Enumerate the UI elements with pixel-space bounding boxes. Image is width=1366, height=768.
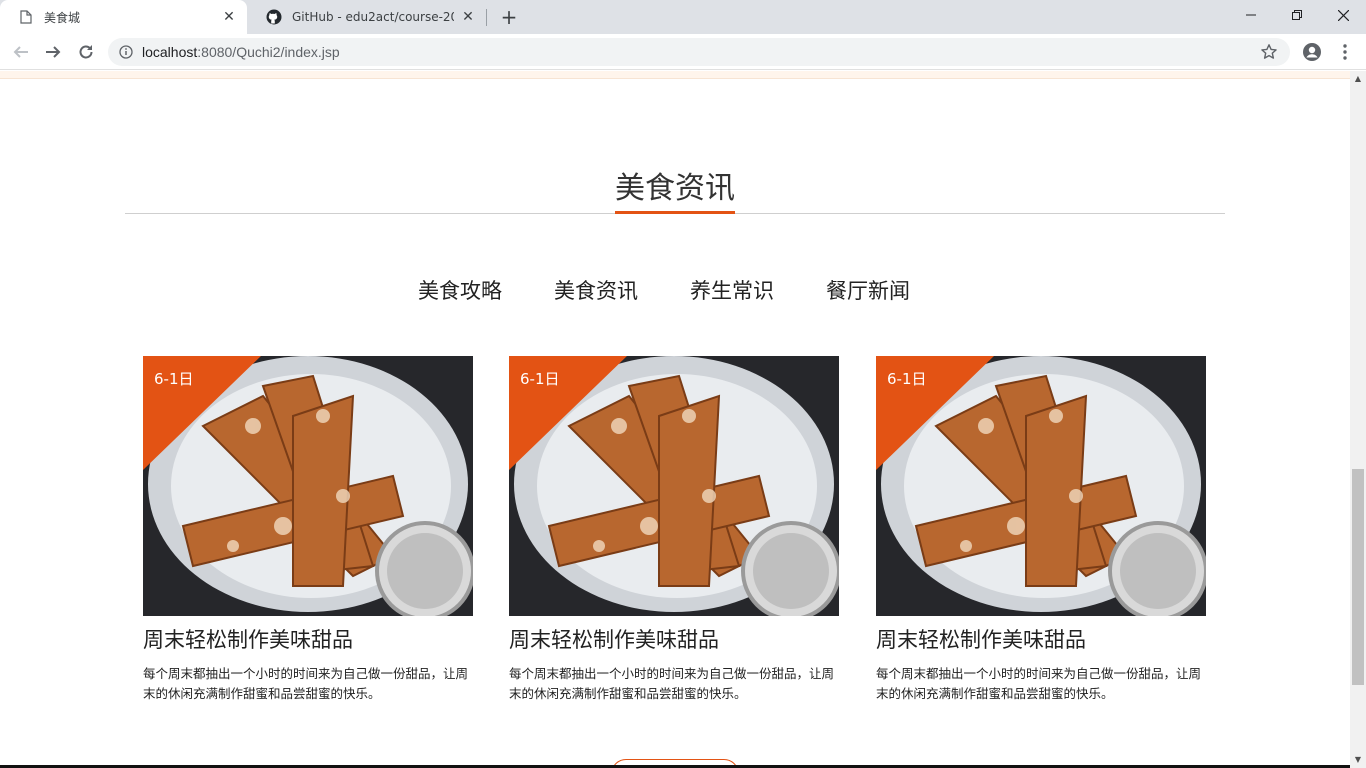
new-tab-icon[interactable]: + — [498, 6, 520, 28]
tab-separator — [486, 9, 487, 26]
forward-arrow-icon[interactable] — [39, 38, 67, 66]
page-scrollbar[interactable]: ▲ ▼ — [1350, 71, 1366, 768]
category-nav: 美食攻略 美食资讯 养生常识 餐厅新闻 — [0, 275, 1350, 305]
card-description: 每个周末都抽出一个小时的时间来为自己做一份甜品，让周末的休闲充满制作甜蜜和品尝甜… — [143, 666, 469, 701]
account-icon[interactable] — [1298, 38, 1326, 66]
page-content: 美食资讯 美食攻略 美食资讯 养生常识 餐厅新闻 6-1日 周末轻松制作美味甜品… — [0, 79, 1350, 768]
scroll-up-arrow-icon[interactable]: ▲ — [1350, 71, 1366, 87]
pastry-photo[interactable]: 6-1日 — [876, 356, 1206, 616]
section-title: 美食资讯 — [615, 171, 735, 206]
pastry-photo[interactable]: 6-1日 — [509, 356, 839, 616]
category-health-tips[interactable]: 养生常识 — [690, 275, 774, 305]
card-description: 每个周末都抽出一个小时的时间来为自己做一份甜品，让周末的休闲充满制作甜蜜和品尝甜… — [876, 666, 1202, 701]
card-description: 每个周末都抽出一个小时的时间来为自己做一份甜品，让周末的休闲充满制作甜蜜和品尝甜… — [509, 666, 835, 701]
news-card[interactable]: 6-1日 周末轻松制作美味甜品 每个周末都抽出一个小时的时间来为自己做一份甜品，… — [143, 356, 473, 704]
back-arrow-icon[interactable] — [7, 38, 35, 66]
info-icon[interactable] — [118, 44, 134, 60]
scroll-thumb[interactable] — [1352, 469, 1364, 685]
close-window-icon[interactable] — [1320, 0, 1366, 30]
tab-title: 美食城 — [44, 10, 81, 25]
tab-meishicheng[interactable]: 美食城 ✕ — [0, 0, 247, 34]
menu-dots-icon[interactable] — [1331, 38, 1359, 66]
github-icon — [266, 9, 282, 25]
card-date: 6-1日 — [520, 370, 560, 388]
category-food-guide[interactable]: 美食攻略 — [418, 275, 502, 305]
card-title[interactable]: 周末轻松制作美味甜品 — [509, 624, 839, 654]
tab-github[interactable]: GitHub - edu2act/course-2017 ✕ — [248, 0, 486, 34]
pastry-photo[interactable]: 6-1日 — [143, 356, 473, 616]
tab-strip: 美食城 ✕ GitHub - edu2act/course-2017 ✕ + — [0, 0, 1366, 34]
category-restaurant-news[interactable]: 餐厅新闻 — [826, 275, 910, 305]
close-icon[interactable]: ✕ — [221, 9, 237, 25]
card-date: 6-1日 — [887, 370, 927, 388]
reload-icon[interactable] — [72, 38, 100, 66]
title-accent-underline — [615, 211, 735, 214]
restore-icon[interactable] — [1274, 0, 1320, 30]
news-card[interactable]: 6-1日 周末轻松制作美味甜品 每个周末都抽出一个小时的时间来为自己做一份甜品，… — [509, 356, 839, 704]
close-icon[interactable]: ✕ — [460, 9, 476, 25]
minimize-icon[interactable] — [1228, 0, 1274, 30]
bookmark-star-icon[interactable] — [1260, 43, 1278, 61]
url-text: localhost:8080/Quchi2/index.jsp — [142, 44, 340, 60]
card-title[interactable]: 周末轻松制作美味甜品 — [143, 624, 473, 654]
card-date: 6-1日 — [154, 370, 194, 388]
browser-toolbar: localhost:8080/Quchi2/index.jsp — [0, 34, 1366, 70]
card-title[interactable]: 周末轻松制作美味甜品 — [876, 624, 1206, 654]
news-card[interactable]: 6-1日 周末轻松制作美味甜品 每个周末都抽出一个小时的时间来为自己做一份甜品，… — [876, 356, 1206, 704]
scroll-down-arrow-icon[interactable]: ▼ — [1350, 752, 1366, 768]
tab-title: GitHub - edu2act/course-2017 — [292, 10, 454, 24]
address-bar[interactable]: localhost:8080/Quchi2/index.jsp — [108, 38, 1290, 66]
page-icon — [18, 9, 34, 25]
category-food-news[interactable]: 美食资讯 — [554, 275, 638, 305]
header-strip — [0, 71, 1350, 79]
